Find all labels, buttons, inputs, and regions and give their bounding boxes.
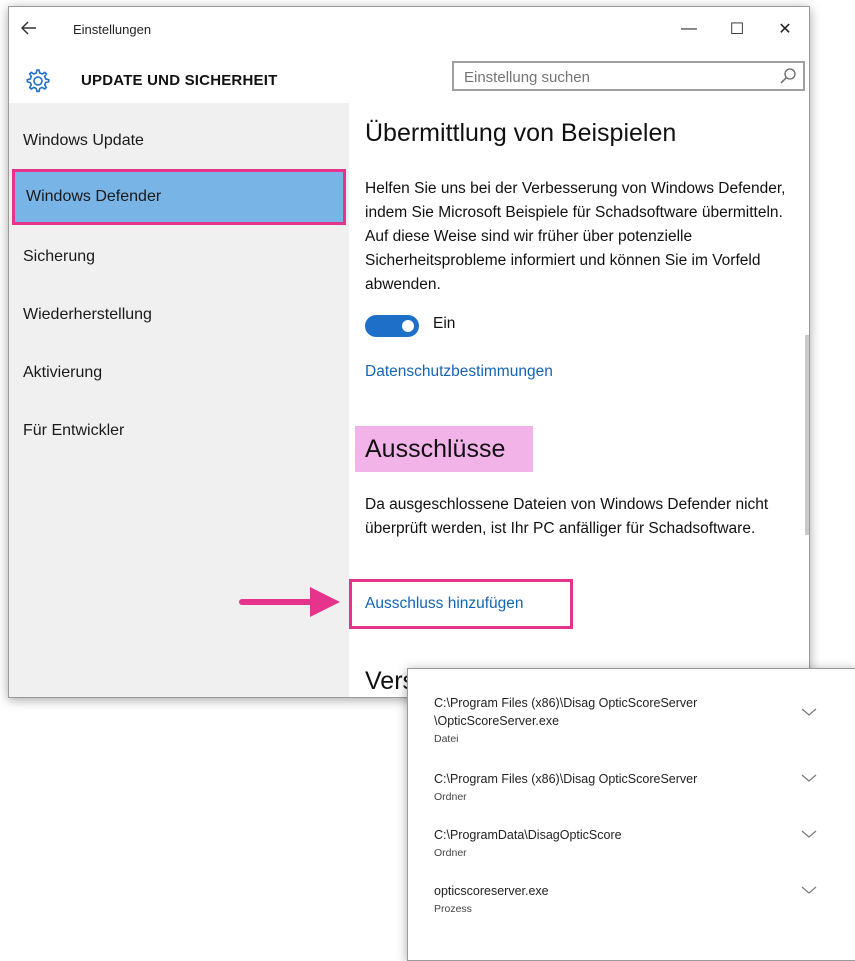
search-box[interactable]	[452, 61, 805, 91]
sidebar-item-aktivierung[interactable]: Aktivierung	[9, 345, 349, 401]
exclusion-path-cont: \OpticScoreServer.exe	[434, 714, 560, 728]
sidebar-item-label: Sicherung	[23, 248, 96, 265]
sidebar-item-label: Aktivierung	[23, 364, 103, 381]
sidebar-item-wiederherstellung[interactable]: Wiederherstellung	[9, 287, 349, 343]
section-title: UPDATE UND SICHERHEIT	[81, 72, 278, 89]
back-arrow-icon[interactable]	[9, 19, 49, 40]
exclusion-path: C:\Program Files (x86)\Disag OpticScoreS…	[434, 696, 698, 710]
exclusions-list-panel: C:\Program Files (x86)\Disag OpticScoreS…	[407, 668, 855, 961]
scrollbar[interactable]	[805, 335, 809, 535]
sidebar-item-windows-defender[interactable]: Windows Defender	[12, 169, 346, 225]
sample-section-description: Helfen Sie uns bei der Verbesserung von …	[365, 180, 786, 293]
sidebar-item-sicherung[interactable]: Sicherung	[9, 229, 349, 285]
sidebar-item-label: Wiederherstellung	[23, 306, 152, 323]
toggle-state-label: Ein	[433, 315, 456, 332]
settings-window: Einstellungen — ☐ ✕ UPDATE UND SICHERHEI…	[8, 6, 810, 698]
title-bar: Einstellungen — ☐ ✕	[9, 7, 809, 51]
gear-icon	[26, 69, 50, 93]
pointer-arrow-icon	[239, 587, 340, 617]
search-input[interactable]	[462, 63, 766, 91]
search-icon[interactable]	[779, 67, 797, 85]
window-title: Einstellungen	[73, 21, 152, 37]
add-exclusion-link[interactable]: Ausschluss hinzufügen	[365, 595, 524, 613]
exclusion-type: Prozess	[434, 903, 472, 915]
sidebar-item-windows-update[interactable]: Windows Update	[9, 113, 349, 169]
minimize-button[interactable]: —	[665, 7, 713, 51]
settings-header: UPDATE UND SICHERHEIT	[9, 55, 809, 107]
exclusion-type: Ordner	[434, 847, 467, 859]
sidebar-item-label: Für Entwickler	[23, 422, 125, 439]
exclusions-description: Da ausgeschlossene Dateien von Windows D…	[365, 496, 769, 537]
sample-submission-toggle[interactable]	[365, 315, 419, 337]
exclusion-path: C:\Program Files (x86)\Disag OpticScoreS…	[434, 772, 698, 786]
chevron-down-icon[interactable]	[801, 885, 817, 895]
sidebar-item-label: Windows Defender	[26, 188, 162, 205]
close-button[interactable]: ✕	[761, 7, 809, 51]
maximize-button[interactable]: ☐	[713, 7, 761, 51]
exclusion-path: opticscoreserver.exe	[434, 884, 549, 898]
privacy-link[interactable]: Datenschutzbestimmungen	[365, 363, 553, 381]
exclusion-type: Ordner	[434, 791, 467, 803]
sidebar-item-fuer-entwickler[interactable]: Für Entwickler	[9, 403, 349, 459]
chevron-down-icon[interactable]	[801, 707, 817, 717]
exclusions-heading: Ausschlüsse	[365, 435, 506, 463]
toggle-knob	[402, 320, 414, 332]
chevron-down-icon[interactable]	[801, 773, 817, 783]
sidebar-item-label: Windows Update	[23, 132, 144, 149]
sample-section-heading: Übermittlung von Beispielen	[365, 119, 677, 147]
exclusion-path: C:\ProgramData\DisagOpticScore	[434, 828, 622, 842]
chevron-down-icon[interactable]	[801, 829, 817, 839]
exclusion-type: Datei	[434, 733, 459, 745]
main-content: Übermittlung von Beispielen Helfen Sie u…	[349, 103, 809, 697]
